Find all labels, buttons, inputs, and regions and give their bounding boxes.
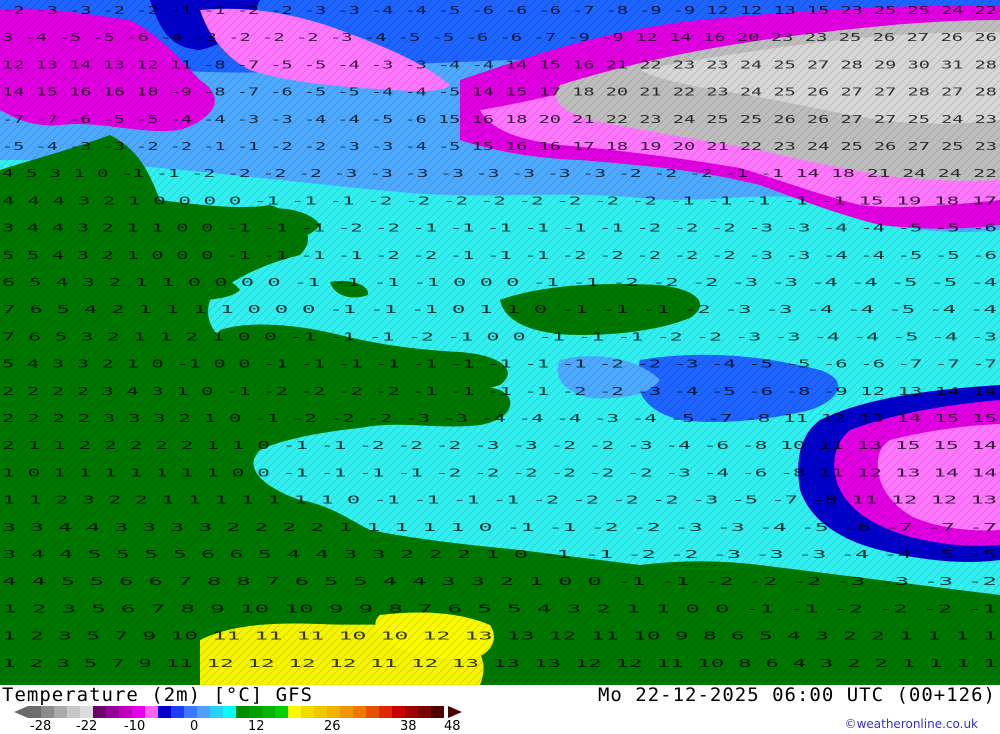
temperature-value-row: 2 2 2 2 3 4 3 1 0 -1 -2 -2 -2 -2 -1 -1 -… (2, 385, 998, 398)
legend-swatch (262, 706, 275, 718)
color-legend (28, 706, 444, 718)
legend-swatch (314, 706, 327, 718)
temperature-value-row: 6 5 4 3 2 1 1 0 0 0 0 -1 -1 -1 -1 0 0 0 … (2, 276, 998, 289)
temperature-value-row: 4 4 5 5 6 6 7 8 8 7 6 5 5 4 4 3 3 2 1 0 … (2, 575, 997, 588)
legend-swatch (340, 706, 353, 718)
legend-swatch (353, 706, 366, 718)
temperature-value-row: 3 -4 -5 -5 -6 -4 -3 -2 -2 -2 -3 -4 -5 -5… (2, 31, 997, 44)
legend-swatch (275, 706, 288, 718)
legend-swatch (405, 706, 418, 718)
temperature-value-row: 3 3 4 4 3 3 3 3 2 2 2 2 1 1 1 1 1 0 -1 -… (2, 521, 997, 534)
temperature-value-row: 4 5 3 1 0 -1 -1 -2 -2 -2 -2 -3 -3 -3 -3 … (2, 167, 997, 180)
legend-tick: 0 (190, 719, 199, 734)
temperature-value-row: -7 -7 -6 -5 -5 -4 -4 -3 -3 -4 -4 -5 -6 1… (2, 113, 997, 126)
temperature-value-row: 1 2 3 5 6 7 8 9 10 10 9 9 8 7 6 5 5 4 3 … (2, 602, 997, 615)
temperature-value-row: 7 6 5 3 2 1 1 2 1 0 0 -1 -1 -1 -2 -1 0 0… (2, 330, 997, 343)
legend-tick: 12 (248, 719, 265, 734)
legend-tick: 26 (324, 719, 341, 734)
legend-swatch (80, 706, 93, 718)
temperature-value-row: 14 15 16 16 18 -9 -8 -7 -6 -5 -5 -4 -4 -… (2, 86, 997, 99)
temperature-value-row: -2 -3 -3 -2 -2 -1 -1 -2 -2 -3 -3 -4 -4 -… (2, 4, 997, 17)
legend-swatch (379, 706, 392, 718)
legend-swatch (197, 706, 210, 718)
temperature-value-row: 1 2 3 5 7 9 11 12 12 12 12 11 12 13 13 1… (2, 657, 997, 670)
legend-swatch (301, 706, 314, 718)
legend-swatch (418, 706, 431, 718)
legend-swatch (236, 706, 249, 718)
forecast-time: Mo 22-12-2025 06:00 UTC (00+126) (597, 684, 996, 706)
legend-left-arrow (14, 706, 28, 718)
legend-swatch (93, 706, 106, 718)
legend-swatch (210, 706, 223, 718)
legend-swatch (158, 706, 171, 718)
temperature-value-row: 5 5 4 3 2 1 0 0 0 -1 -1 -1 -1 -2 -2 -1 -… (2, 249, 997, 262)
legend-swatch (366, 706, 379, 718)
temperature-value-row: 7 6 5 4 2 1 1 1 1 0 0 0 -1 -1 -1 0 1 1 0… (2, 303, 998, 316)
legend-tick: -22 (76, 719, 98, 734)
legend-swatch (54, 706, 67, 718)
legend-swatch (132, 706, 145, 718)
temperature-value-row: 3 4 4 3 2 1 1 0 0 -1 -1 -1 -2 -2 -1 -1 -… (2, 222, 997, 235)
legend-swatch (41, 706, 54, 718)
temperature-value-row: 5 4 3 3 2 1 0 -1 0 0 -1 -1 -1 -1 -1 -1 -… (2, 358, 997, 371)
legend-tick: -28 (30, 719, 52, 734)
legend-tick: 48 (444, 719, 461, 734)
legend-swatch (223, 706, 236, 718)
legend-swatch (28, 706, 41, 718)
legend-swatch (431, 706, 444, 718)
legend-swatch (67, 706, 80, 718)
legend-tick: -10 (124, 719, 146, 734)
temperature-value-row: 1 2 3 5 7 9 10 11 11 11 10 10 12 13 13 1… (2, 630, 997, 643)
legend-swatch (249, 706, 262, 718)
temperature-value-row: 2 2 2 2 3 3 3 2 1 0 -1 -2 -2 -2 -3 -3 -4… (2, 412, 997, 425)
legend-swatch (171, 706, 184, 718)
legend-tick: 38 (400, 719, 417, 734)
temperature-value-row: 1 0 1 1 1 1 1 1 1 0 0 -1 -1 -1 -1 -2 -2 … (2, 466, 998, 479)
temperature-value-row: 4 4 4 3 2 1 0 0 0 0 -1 -1 -1 -2 -2 -2 -2… (2, 194, 997, 207)
legend-swatch (392, 706, 405, 718)
temperature-value-row: 12 13 14 13 12 11 -8 -7 -5 -5 -4 -3 -3 -… (2, 58, 997, 71)
legend-swatch (184, 706, 197, 718)
legend-swatch (106, 706, 119, 718)
legend-swatch (288, 706, 301, 718)
temperature-value-row: -5 -4 -3 -3 -2 -2 -1 -1 -2 -2 -3 -3 -4 -… (2, 140, 997, 153)
copyright-link[interactable]: ©weatheronline.co.uk (845, 717, 978, 731)
temperature-value-row: 2 1 1 2 2 2 2 2 1 1 0 -1 -1 -2 -2 -2 -3 … (2, 439, 998, 452)
temperature-map: -2 -3 -3 -2 -2 -1 -1 -2 -2 -3 -3 -4 -4 -… (0, 0, 1000, 685)
temperature-value-row: 3 4 4 5 5 5 5 6 6 5 4 4 3 3 2 2 2 1 0 -1… (2, 548, 997, 561)
legend-swatch (145, 706, 158, 718)
legend-swatch (119, 706, 132, 718)
map-title: Temperature (2m) [°C] GFS (2, 684, 313, 706)
temperature-value-row: 1 1 2 3 2 2 1 1 1 1 1 1 1 0 -1 -1 -1 -1 … (2, 494, 997, 507)
legend-right-arrow (448, 706, 462, 718)
legend-swatch (327, 706, 340, 718)
